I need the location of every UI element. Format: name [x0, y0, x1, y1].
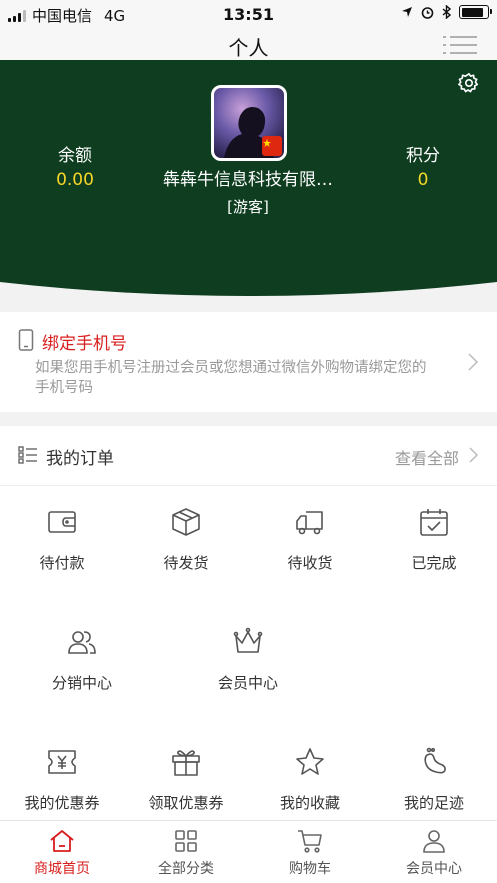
tab-bar: 商城首页 全部分类 购物车 会员中心	[0, 820, 497, 883]
chevron-right-icon	[468, 353, 479, 371]
user-icon	[423, 830, 445, 853]
status-bar: 中国电信 4G 13:51	[0, 0, 497, 30]
bind-phone-card[interactable]: 绑定手机号 如果您用手机号注册过会员或您想通过微信外购物请绑定您的手机号码	[0, 312, 497, 412]
balance-value[interactable]: 0.00	[35, 170, 115, 190]
footprint-icon	[424, 747, 446, 774]
tab-member-center[interactable]: 会员中心	[372, 821, 496, 883]
list-icon	[18, 446, 37, 464]
menu-icon[interactable]	[443, 35, 477, 55]
calendar-check-icon	[420, 509, 448, 536]
bind-phone-description: 如果您用手机号注册过会员或您想通过微信外购物请绑定您的手机号码	[35, 360, 427, 396]
truck-icon	[296, 511, 323, 535]
location-arrow-icon	[402, 7, 412, 17]
order-item-pending-receipt[interactable]: 待收货	[248, 506, 372, 573]
orders-header: 我的订单 查看全部	[0, 426, 497, 486]
points-label: 积分	[406, 146, 440, 166]
view-all-link[interactable]: 查看全部	[395, 445, 459, 469]
order-item-label: 我的优惠券	[24, 794, 100, 812]
order-item-completed[interactable]: 已完成	[372, 506, 496, 573]
tab-label: 会员中心	[406, 861, 462, 877]
avatar[interactable]	[211, 85, 287, 161]
order-item-label: 待收货	[287, 554, 333, 572]
order-item-distribution-center[interactable]: 分销中心	[20, 626, 144, 693]
tab-home[interactable]: 商城首页	[0, 821, 124, 883]
status-right	[401, 5, 492, 19]
order-item-my-coupons[interactable]: 我的优惠券	[0, 746, 124, 813]
bluetooth-icon	[442, 5, 451, 19]
gift-icon	[172, 750, 200, 776]
order-item-label: 已完成	[411, 554, 457, 572]
tab-label: 购物车	[289, 861, 331, 877]
profile-header: 余额 0.00 积分 0 犇犇牛信息科技有限… [游客]	[0, 60, 497, 300]
order-item-label: 待发货	[163, 554, 209, 572]
cart-icon	[298, 830, 322, 853]
tab-categories[interactable]: 全部分类	[124, 821, 248, 883]
order-item-label: 待付款	[39, 554, 85, 572]
orders-section: 我的订单 查看全部 待付款 待发货 待收货 已完成 分销中心 会员中心 我的优惠…	[0, 426, 497, 820]
battery-icon	[459, 5, 492, 19]
order-item-label: 领取优惠券	[148, 794, 224, 812]
settings-gear-icon[interactable]	[458, 72, 480, 94]
tab-label: 全部分类	[158, 861, 214, 877]
orders-title: 我的订单	[46, 449, 114, 469]
wallet-icon	[48, 511, 76, 533]
balance-label: 余额	[58, 146, 92, 166]
order-item-pending-shipment[interactable]: 待发货	[124, 506, 248, 573]
company-name: 犇犇牛信息科技有限…	[163, 170, 333, 190]
order-item-label: 会员中心	[217, 674, 278, 692]
order-item-get-coupons[interactable]: 领取优惠券	[124, 746, 248, 813]
page-title: 个人	[228, 36, 269, 60]
user-role: [游客]	[227, 198, 269, 216]
order-item-label: 分销中心	[51, 674, 112, 692]
order-item-member-center[interactable]: 会员中心	[186, 626, 310, 693]
tab-cart[interactable]: 购物车	[248, 821, 372, 883]
tab-label: 商城首页	[34, 861, 90, 877]
flag-badge	[262, 136, 282, 156]
package-icon	[172, 508, 200, 536]
coupon-icon	[48, 750, 76, 774]
navigation-bar: 个人	[0, 30, 497, 60]
home-icon	[50, 830, 74, 852]
crown-icon	[233, 627, 263, 653]
users-icon	[68, 631, 96, 654]
chevron-right-icon	[469, 447, 479, 463]
order-item-label: 我的收藏	[279, 794, 340, 812]
profile-page: 中国电信 4G 13:51 个人 余额 0.00 积分 0 犇犇牛信息科技有限……	[0, 0, 497, 883]
bind-phone-title: 绑定手机号	[42, 334, 127, 354]
star-icon	[296, 748, 324, 775]
order-item-label: 我的足迹	[403, 794, 464, 812]
order-item-favorites[interactable]: 我的收藏	[248, 746, 372, 813]
order-item-pending-payment[interactable]: 待付款	[0, 506, 124, 573]
grid-icon	[175, 830, 197, 852]
phone-icon	[18, 329, 34, 351]
points-value[interactable]: 0	[383, 170, 463, 190]
alarm-icon	[421, 6, 434, 19]
order-item-footprints[interactable]: 我的足迹	[372, 746, 496, 813]
